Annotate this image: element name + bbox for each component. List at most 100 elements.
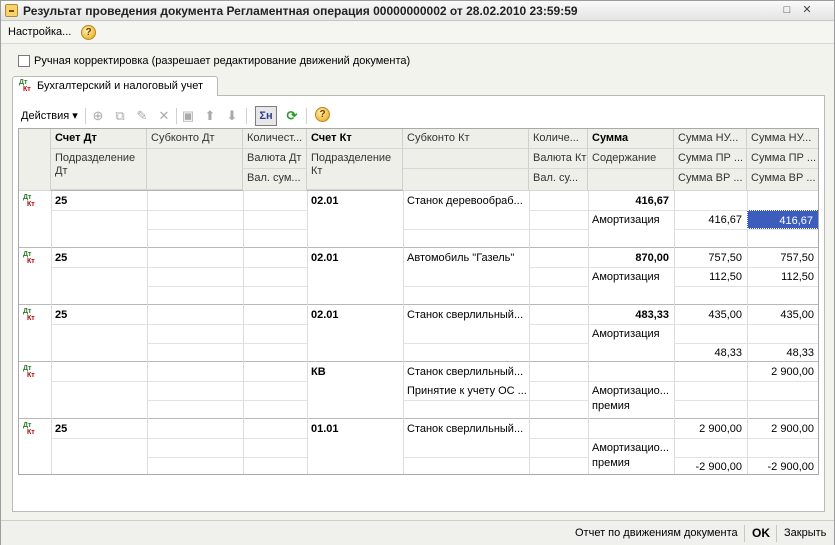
cell-summa-pr-kt[interactable] [747, 324, 818, 343]
header-podrazdelenie-dt[interactable]: Подразделение Дт [51, 149, 147, 190]
cell-summa-vr-dt[interactable] [674, 286, 747, 305]
header-valyuta-dt[interactable]: Валюта Дт [243, 149, 307, 169]
cell-subkonto-kt[interactable]: Станок сверлильный... [403, 419, 529, 438]
cell-subkonto-kt[interactable]: Автомобиль "Газель" [403, 248, 529, 267]
header-podrazdelenie-kt[interactable]: Подразделение Кт [307, 149, 403, 190]
cell-summa-nu-kt[interactable]: 757,50 [747, 248, 818, 267]
table-row[interactable]: Дт Кт КВ Станок сверлильный... Принятие к уч… [19, 362, 818, 419]
cell-summa-vr-kt[interactable] [747, 229, 818, 248]
refresh-icon[interactable]: ⟳ [284, 108, 300, 124]
header-subkonto-kt[interactable]: Субконто Кт [403, 129, 529, 149]
cell-summa-vr-kt[interactable] [747, 286, 818, 305]
ok-button[interactable]: OK [752, 526, 770, 540]
add-icon[interactable]: ⊕ [90, 108, 106, 124]
cell-summa-vr-kt[interactable]: -2 900,00 [747, 457, 818, 474]
cell-summa-nu-dt[interactable]: 435,00 [674, 305, 747, 324]
delete-icon[interactable]: ✕ [156, 108, 172, 124]
cell-summa-vr-kt[interactable] [747, 400, 818, 419]
header-summa-nu-kt[interactable]: Сумма НУ... [747, 129, 818, 149]
table-row[interactable]: Дт Кт 25 01.01 Станок сверлильный... Амортиза… [19, 419, 818, 474]
settings-menu[interactable]: Настройка... [8, 26, 71, 38]
move-down-icon[interactable]: ⬇ [224, 108, 240, 124]
maximize-button[interactable]: □ [779, 4, 795, 18]
cell-summa-vr-dt[interactable] [674, 229, 747, 248]
header-valyuta-kt[interactable]: Валюта Кт [529, 149, 588, 169]
cell-summa-pr-dt[interactable]: 112,50 [674, 267, 747, 286]
cell-summa-pr-kt[interactable] [747, 381, 818, 400]
header-summa[interactable]: Сумма [588, 129, 674, 149]
help-icon[interactable]: ? [315, 107, 330, 122]
cell-summa[interactable] [588, 362, 674, 381]
tab-accounting[interactable]: Дт Кт Бухгалтерский и налоговый учет [12, 76, 218, 96]
header-kolichestvo-kt[interactable]: Количе... [529, 129, 588, 149]
cell-summa-nu-dt[interactable] [674, 191, 747, 210]
cell-summa-pr-dt[interactable] [674, 381, 747, 400]
cell-subkonto-kt[interactable]: Станок сверлильный... [403, 305, 529, 324]
cell-summa-pr-dt[interactable]: 416,67 [674, 210, 747, 229]
cell-summa-pr-kt[interactable] [747, 438, 818, 457]
cell-summa[interactable]: 416,67 [588, 191, 674, 210]
cell-summa-pr-kt[interactable]: 416,67 [747, 210, 818, 229]
cell-schet-dt[interactable]: 25 [51, 419, 147, 438]
cell-summa-vr-dt[interactable]: -2 900,00 [674, 457, 747, 474]
cell-summa-nu-dt[interactable]: 757,50 [674, 248, 747, 267]
cell-summa[interactable]: 870,00 [588, 248, 674, 267]
cell-soderzhanie-2[interactable] [588, 225, 674, 244]
cell-subkonto-kt[interactable]: Станок деревообраб... [403, 191, 529, 210]
sum-icon[interactable]: Σн [255, 106, 277, 126]
header-val-summa-kt[interactable]: Вал. су... [529, 169, 588, 191]
header-schet-kt[interactable]: Счет Кт [307, 129, 403, 149]
cell-summa[interactable]: 483,33 [588, 305, 674, 324]
cell-schet-kt[interactable]: 01.01 [307, 419, 403, 438]
cell-summa-pr-kt[interactable]: 112,50 [747, 267, 818, 286]
header-soderzhanie[interactable]: Содержание [588, 149, 674, 169]
cell-summa-pr-dt[interactable] [674, 324, 747, 343]
cell-subkonto-kt[interactable]: Станок сверлильный... [403, 362, 529, 381]
table-row[interactable]: Дт Кт 25 02.01 Станок деревообраб... 416,67 Ам… [19, 191, 818, 248]
cell-summa-nu-dt[interactable]: 2 900,00 [674, 419, 747, 438]
cell-subkonto-kt-2[interactable] [403, 438, 529, 457]
cell-summa-pr-dt[interactable] [674, 438, 747, 457]
cell-soderzhanie-2[interactable]: премия [588, 396, 674, 415]
header-val-summa-dt[interactable]: Вал. сум... [243, 169, 307, 191]
postings-grid[interactable]: Счет Дт Субконто Дт Количест... Счет Кт … [18, 128, 819, 475]
cell-summa-vr-dt[interactable]: 48,33 [674, 343, 747, 362]
cell-subkonto-kt-2[interactable] [403, 324, 529, 343]
header-subkonto-dt[interactable]: Субконто Дт [147, 129, 243, 149]
cell-summa-nu-kt[interactable]: 435,00 [747, 305, 818, 324]
header-summa-pr-dt[interactable]: Сумма ПР ... [674, 149, 747, 169]
cell-summa-nu-dt[interactable] [674, 362, 747, 381]
report-button[interactable]: Отчет по движениям документа [575, 527, 738, 539]
cell-schet-dt[interactable]: 25 [51, 305, 147, 324]
cell-summa[interactable] [588, 419, 674, 438]
header-summa-vr-dt[interactable]: Сумма ВР ... [674, 169, 747, 191]
cell-summa-nu-kt[interactable]: 2 900,00 [747, 362, 818, 381]
copy-icon[interactable]: ⧉ [112, 108, 128, 124]
cell-summa-vr-dt[interactable] [674, 400, 747, 419]
cell-summa-vr-kt[interactable]: 48,33 [747, 343, 818, 362]
edit-icon[interactable]: ✎ [134, 108, 150, 124]
cell-schet-dt[interactable]: 25 [51, 248, 147, 267]
cell-schet-dt[interactable]: 25 [51, 191, 147, 210]
cell-schet-kt[interactable]: КВ [307, 362, 403, 381]
close-button[interactable]: ✕ [799, 4, 815, 18]
table-row[interactable]: Дт Кт 25 02.01 Станок сверлильный... 483,33 Ам… [19, 305, 818, 362]
help-icon[interactable]: ? [81, 25, 96, 40]
close-window-button[interactable]: Закрыть [784, 527, 826, 539]
move-up-icon[interactable]: ⬆ [202, 108, 218, 124]
cell-schet-kt[interactable]: 02.01 [307, 191, 403, 210]
cell-summa-nu-kt[interactable] [747, 191, 818, 210]
cell-summa-nu-kt[interactable]: 2 900,00 [747, 419, 818, 438]
cell-soderzhanie-2[interactable] [588, 339, 674, 358]
header-kolichestvo-dt[interactable]: Количест... [243, 129, 307, 149]
actions-menu[interactable]: Действия ▾ [21, 109, 78, 122]
cell-subkonto-kt-2[interactable]: Принятие к учету ОС ... [403, 381, 529, 400]
cell-schet-kt[interactable]: 02.01 [307, 248, 403, 267]
cell-soderzhanie-2[interactable]: премия [588, 453, 674, 472]
save-icon[interactable]: ▣ [180, 108, 196, 124]
header-summa-pr-kt[interactable]: Сумма ПР ... [747, 149, 818, 169]
header-summa-nu-dt[interactable]: Сумма НУ... [674, 129, 747, 149]
table-row[interactable]: Дт Кт 25 02.01 Автомобиль "Газель" 870,00 Амор… [19, 248, 818, 305]
cell-soderzhanie-2[interactable] [588, 282, 674, 301]
cell-subkonto-kt-2[interactable] [403, 267, 529, 286]
